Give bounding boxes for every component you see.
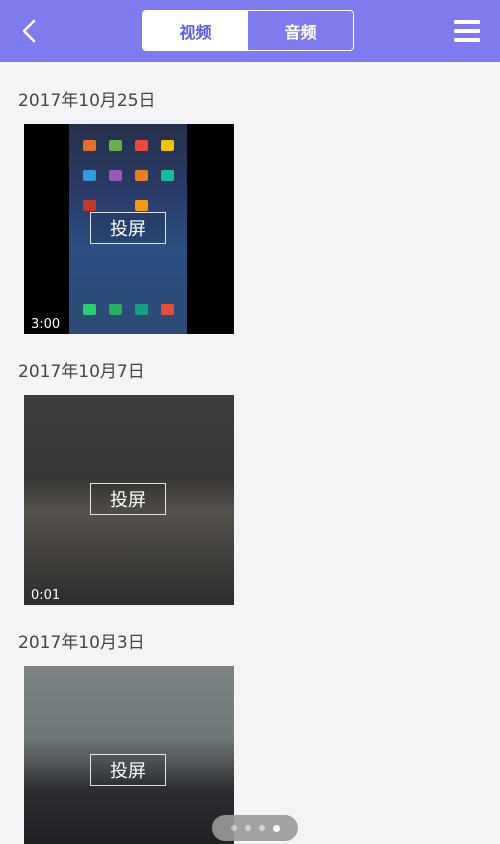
video-duration: 0:01 bbox=[31, 588, 61, 603]
date-heading: 2017年10月7日 bbox=[18, 362, 145, 382]
app-header: 视频 音频 bbox=[0, 0, 500, 62]
page-dot bbox=[230, 825, 237, 831]
cast-button[interactable]: 投屏 bbox=[90, 754, 166, 786]
video-thumbnail[interactable]: 投屏 3:00 bbox=[24, 124, 234, 334]
tab-video[interactable]: 视频 bbox=[143, 11, 248, 50]
date-heading: 2017年10月25日 bbox=[18, 91, 156, 111]
hamburger-menu-icon[interactable] bbox=[454, 20, 480, 42]
page-indicator bbox=[212, 815, 298, 841]
chevron-left-icon bbox=[22, 19, 36, 43]
date-heading: 2017年10月3日 bbox=[18, 633, 145, 653]
video-thumbnail[interactable]: 投屏 0:01 bbox=[24, 395, 234, 605]
page-dot-active bbox=[272, 824, 280, 832]
video-thumbnail[interactable]: 投屏 bbox=[24, 666, 234, 844]
back-button[interactable] bbox=[12, 14, 46, 48]
page-dot bbox=[258, 825, 265, 831]
video-duration: 3:00 bbox=[31, 317, 61, 332]
cast-button[interactable]: 投屏 bbox=[90, 483, 166, 515]
media-type-tabs: 视频 音频 bbox=[142, 10, 354, 51]
tab-audio[interactable]: 音频 bbox=[248, 11, 353, 50]
cast-button[interactable]: 投屏 bbox=[90, 212, 166, 244]
page-dot bbox=[244, 825, 251, 831]
